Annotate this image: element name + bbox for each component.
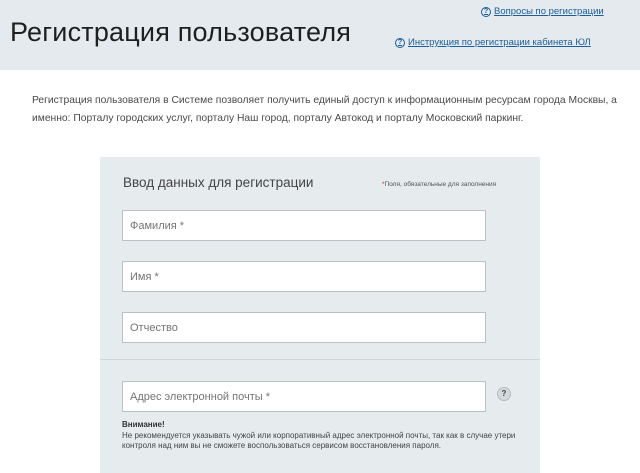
email-input[interactable] (122, 381, 486, 412)
email-help-button[interactable]: ? (497, 387, 511, 401)
registration-questions-label: Вопросы по регистрации (494, 6, 604, 17)
form-title: Ввод данных для регистрации (123, 175, 314, 190)
registration-instruction-link[interactable]: ? Инструкция по регистрации кабинета ЮЛ (395, 37, 591, 48)
patronymic-input[interactable] (122, 312, 486, 343)
last-name-input[interactable] (122, 210, 486, 241)
page-header: Регистрация пользователя ? Вопросы по ре… (0, 0, 640, 70)
question-circle-icon: ? (395, 37, 405, 48)
question-circle-icon: ? (481, 6, 491, 17)
intro-text: Регистрация пользователя в Системе позво… (32, 95, 617, 124)
registration-questions-link[interactable]: ? Вопросы по регистрации (481, 6, 604, 17)
registration-form: Ввод данных для регистрации *Поля, обяза… (100, 157, 540, 473)
warning-title: Внимание! (122, 420, 165, 429)
registration-instruction-label: Инструкция по регистрации кабинета ЮЛ (408, 37, 591, 48)
page-title: Регистрация пользователя (10, 17, 352, 47)
first-name-input[interactable] (122, 261, 486, 292)
warning-text: Не рекомендуется указывать чужой или кор… (122, 431, 516, 450)
required-note-label: Поля, обязательные для заполнения (384, 181, 497, 188)
required-fields-note: *Поля, обязательные для заполнения (382, 181, 496, 188)
form-divider (100, 359, 540, 360)
